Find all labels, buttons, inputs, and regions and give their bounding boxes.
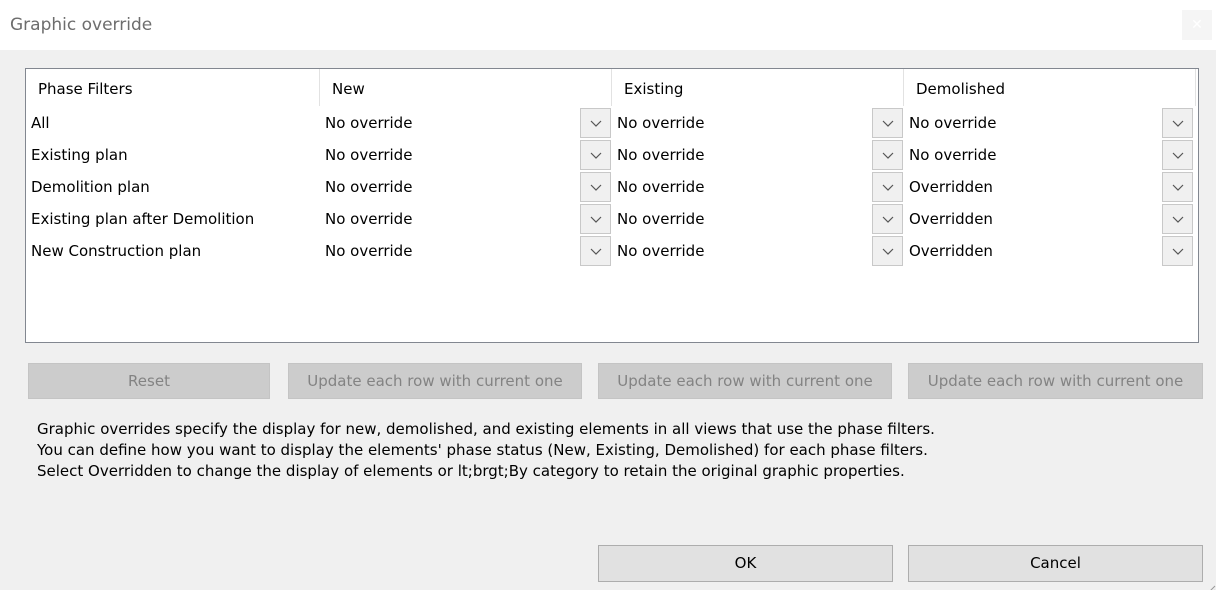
ok-button[interactable]: OK — [598, 545, 893, 582]
help-line: You can define how you want to display t… — [37, 441, 928, 459]
phase-filter-name: New Construction plan — [31, 242, 202, 260]
chevron-down-icon[interactable] — [580, 236, 611, 266]
existing-override-dropdown[interactable]: No override — [612, 236, 904, 267]
demolished-override-dropdown[interactable]: Overridden — [904, 236, 1196, 267]
table-row[interactable]: Existing plan after Demolition No overri… — [26, 204, 1196, 235]
header-phase-filters[interactable]: Phase Filters — [26, 69, 320, 106]
chevron-down-icon[interactable] — [1162, 108, 1193, 138]
table-row[interactable]: New Construction plan No override No ove… — [26, 236, 1196, 267]
cancel-button[interactable]: Cancel — [908, 545, 1203, 582]
dropdown-value: No override — [325, 242, 413, 260]
chevron-down-icon[interactable] — [1162, 140, 1193, 170]
phase-filter-name: Existing plan — [31, 146, 128, 164]
dropdown-value: No override — [617, 146, 705, 164]
grid-header-row: Phase Filters New Existing Demolished — [26, 69, 1196, 106]
chevron-down-icon[interactable] — [1162, 236, 1193, 266]
chevron-down-icon[interactable] — [580, 204, 611, 234]
chevron-down-icon[interactable] — [580, 140, 611, 170]
dropdown-value: No override — [325, 210, 413, 228]
chevron-down-icon[interactable] — [872, 172, 903, 202]
existing-override-dropdown[interactable]: No override — [612, 204, 904, 235]
dropdown-value: Overridden — [909, 178, 993, 196]
table-row[interactable]: All No override No override No override — [26, 108, 1196, 139]
table-row[interactable]: Existing plan No override No override No… — [26, 140, 1196, 171]
close-button[interactable]: ✕ — [1182, 10, 1212, 40]
phase-filter-name: All — [31, 114, 50, 132]
demolished-override-dropdown[interactable]: No override — [904, 140, 1196, 171]
title-bar: Graphic override ✕ — [0, 0, 1216, 50]
help-description: Graphic overrides specify the display fo… — [37, 419, 935, 482]
new-override-dropdown[interactable]: No override — [320, 172, 612, 203]
close-icon: ✕ — [1191, 17, 1203, 33]
demolished-override-dropdown[interactable]: Overridden — [904, 204, 1196, 235]
new-override-dropdown[interactable]: No override — [320, 108, 612, 139]
header-new[interactable]: New — [320, 69, 612, 106]
dropdown-value: No override — [617, 178, 705, 196]
existing-override-dropdown[interactable]: No override — [612, 140, 904, 171]
chevron-down-icon[interactable] — [580, 108, 611, 138]
dropdown-value: No override — [325, 146, 413, 164]
table-row[interactable]: Demolition plan No override No override … — [26, 172, 1196, 203]
chevron-down-icon[interactable] — [1162, 204, 1193, 234]
dropdown-value: No override — [325, 114, 413, 132]
chevron-down-icon[interactable] — [872, 204, 903, 234]
help-line: Graphic overrides specify the display fo… — [37, 420, 935, 438]
new-override-dropdown[interactable]: No override — [320, 204, 612, 235]
phase-filter-name: Demolition plan — [31, 178, 150, 196]
demolished-override-dropdown[interactable]: Overridden — [904, 172, 1196, 203]
dropdown-value: No override — [617, 210, 705, 228]
dropdown-value: Overridden — [909, 210, 993, 228]
phase-filter-name: Existing plan after Demolition — [31, 210, 255, 228]
new-override-dropdown[interactable]: No override — [320, 236, 612, 267]
graphic-override-dialog: Graphic override ✕ Phase Filters New Exi… — [0, 0, 1216, 590]
dropdown-value: No override — [617, 114, 705, 132]
dropdown-value: No override — [325, 178, 413, 196]
chevron-down-icon[interactable] — [1162, 172, 1193, 202]
new-override-dropdown[interactable]: No override — [320, 140, 612, 171]
update-demolished-column-button[interactable]: Update each row with current one — [908, 363, 1203, 399]
dropdown-value: Overridden — [909, 242, 993, 260]
dropdown-value: No override — [617, 242, 705, 260]
resize-grip-icon[interactable] — [1206, 580, 1216, 590]
reset-button[interactable]: Reset — [28, 363, 270, 399]
chevron-down-icon[interactable] — [872, 108, 903, 138]
chevron-down-icon[interactable] — [872, 236, 903, 266]
chevron-down-icon[interactable] — [872, 140, 903, 170]
existing-override-dropdown[interactable]: No override — [612, 172, 904, 203]
dropdown-value: No override — [909, 146, 997, 164]
header-existing[interactable]: Existing — [612, 69, 904, 106]
update-new-column-button[interactable]: Update each row with current one — [288, 363, 582, 399]
chevron-down-icon[interactable] — [580, 172, 611, 202]
update-existing-column-button[interactable]: Update each row with current one — [598, 363, 892, 399]
help-line: Select Overridden to change the display … — [37, 462, 905, 480]
dialog-title: Graphic override — [10, 15, 153, 35]
existing-override-dropdown[interactable]: No override — [612, 108, 904, 139]
dropdown-value: No override — [909, 114, 997, 132]
phase-filter-grid: Phase Filters New Existing Demolished Al… — [25, 68, 1199, 343]
header-demolished[interactable]: Demolished — [904, 69, 1196, 106]
demolished-override-dropdown[interactable]: No override — [904, 108, 1196, 139]
